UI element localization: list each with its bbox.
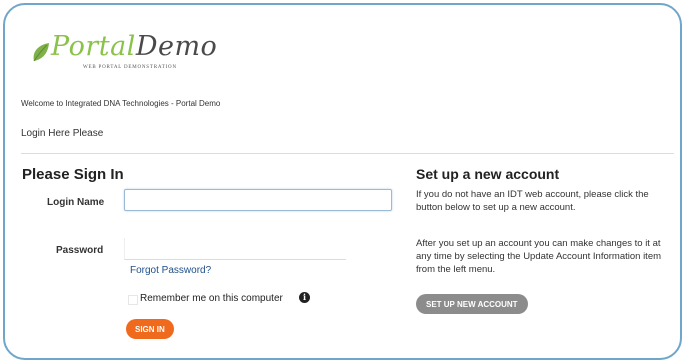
new-account-title: Set up a new account	[416, 166, 560, 182]
login-here-text: Login Here Please	[21, 128, 104, 139]
remember-me-checkbox[interactable]	[128, 295, 138, 305]
info-icon[interactable]: i	[299, 292, 310, 303]
brand-name-part1: Portal	[51, 31, 136, 62]
brand-tagline: WEB PORTAL DEMONSTRATION	[83, 65, 177, 70]
brand-name: PortalDemo	[51, 31, 217, 62]
brand-name-part2: Demo	[135, 31, 218, 62]
welcome-text: Welcome to Integrated DNA Technologies -…	[21, 99, 221, 108]
forgot-password-link[interactable]: Forgot Password?	[130, 265, 211, 276]
password-input[interactable]	[124, 238, 346, 260]
leaf-icon	[33, 43, 49, 62]
page-frame: PortalDemo WEB PORTAL DEMONSTRATION Welc…	[3, 3, 682, 360]
signin-title: Please Sign In	[22, 166, 124, 183]
login-name-label: Login Name	[47, 197, 105, 208]
set-up-new-account-button[interactable]: SET UP NEW ACCOUNT	[416, 294, 528, 314]
password-label: Password	[56, 245, 104, 256]
remember-me-label[interactable]: Remember me on this computer	[140, 293, 283, 304]
portal-demo-logo: PortalDemo WEB PORTAL DEMONSTRATION	[31, 31, 231, 77]
section-divider	[21, 153, 674, 154]
new-account-description: If you do not have an IDT web account, p…	[416, 189, 649, 213]
login-name-input[interactable]	[124, 189, 392, 211]
update-account-description: After you set up an account you can make…	[416, 238, 662, 275]
sign-in-button[interactable]: SIGN IN	[126, 319, 174, 339]
